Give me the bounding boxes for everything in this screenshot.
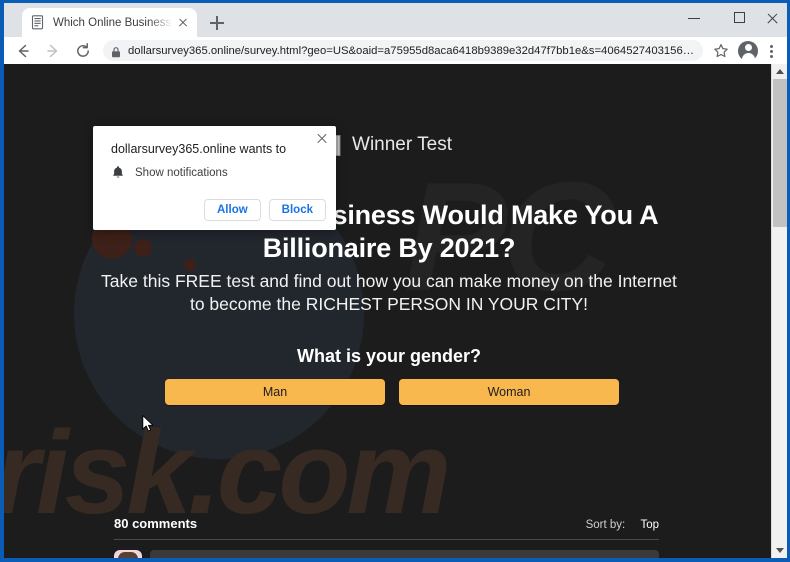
browser-window: Which Online Business Would M xyxy=(0,0,790,562)
profile-avatar-icon[interactable] xyxy=(738,40,758,63)
browser-tab[interactable]: Which Online Business Would M xyxy=(22,8,197,37)
tab-strip: Which Online Business Would M xyxy=(4,3,787,37)
comments-count: 80 comments xyxy=(114,516,198,531)
tab-title: Which Online Business Would M xyxy=(53,16,173,29)
three-dot-menu-icon[interactable] xyxy=(762,40,780,62)
page-scrollbar[interactable] xyxy=(771,64,787,558)
answer-button-woman[interactable]: Woman xyxy=(399,379,619,405)
dialog-title: dollarsurvey365.online wants to xyxy=(111,142,287,156)
dialog-buttons: Allow Block xyxy=(204,199,326,221)
forward-arrow-icon[interactable] xyxy=(40,38,66,64)
site-title: Winner Test xyxy=(352,134,452,155)
block-button[interactable]: Block xyxy=(268,199,326,221)
comment-author: Kelly Stone xyxy=(160,556,649,558)
bookmark-star-icon[interactable] xyxy=(710,40,732,62)
tab-close-icon[interactable] xyxy=(175,15,191,31)
sort-by-value[interactable]: Top xyxy=(640,519,659,531)
dialog-option-row: Show notifications xyxy=(111,165,228,180)
page-viewport: PC risk.com Winner Test Which Online Bus… xyxy=(4,64,787,558)
scroll-down-button[interactable] xyxy=(772,543,787,558)
url-text: dollarsurvey365.online/survey.html?geo=U… xyxy=(128,44,695,57)
address-bar[interactable]: dollarsurvey365.online/survey.html?geo=U… xyxy=(103,40,703,61)
maximize-button[interactable] xyxy=(717,3,762,33)
chrome-browser: Which Online Business Would M xyxy=(4,3,787,558)
scroll-up-button[interactable] xyxy=(772,64,787,79)
reload-icon[interactable] xyxy=(70,38,96,64)
notification-permission-dialog: dollarsurvey365.online wants to Show not… xyxy=(93,126,336,230)
comment-bubble: Kelly Stone OMG this is soooo true xyxy=(150,550,659,558)
sort-by-label: Sort by: xyxy=(585,519,626,531)
comments-sort[interactable]: Sort by: Top xyxy=(586,519,659,531)
close-button[interactable] xyxy=(762,3,787,33)
allow-button[interactable]: Allow xyxy=(204,199,261,221)
dialog-close-icon[interactable] xyxy=(315,132,329,146)
survey-answers: Man Woman xyxy=(165,379,619,405)
avatar xyxy=(114,550,142,558)
minimize-button[interactable] xyxy=(672,3,717,33)
tab-favicon-document-icon xyxy=(31,15,45,30)
comment-body: Kelly Stone OMG this is soooo true Like … xyxy=(150,550,659,558)
page-subheadline: Take this FREE test and find out how you… xyxy=(101,271,677,315)
dialog-option-label: Show notifications xyxy=(135,166,228,179)
survey-question: What is your gender? xyxy=(296,346,482,366)
watermark-bottom: risk.com xyxy=(4,407,451,539)
browser-toolbar: dollarsurvey365.online/survey.html?geo=U… xyxy=(4,37,787,64)
back-arrow-icon[interactable] xyxy=(10,38,36,64)
comments-section: 80 comments Sort by: Top Kelly Stone xyxy=(114,516,659,558)
lock-icon xyxy=(110,45,122,57)
bell-icon xyxy=(111,165,125,180)
new-tab-button[interactable] xyxy=(206,12,228,34)
scrollbar-thumb[interactable] xyxy=(773,79,787,227)
comments-header: 80 comments Sort by: Top xyxy=(114,516,659,540)
comment-item: Kelly Stone OMG this is soooo true Like … xyxy=(114,550,659,558)
answer-button-man[interactable]: Man xyxy=(165,379,385,405)
